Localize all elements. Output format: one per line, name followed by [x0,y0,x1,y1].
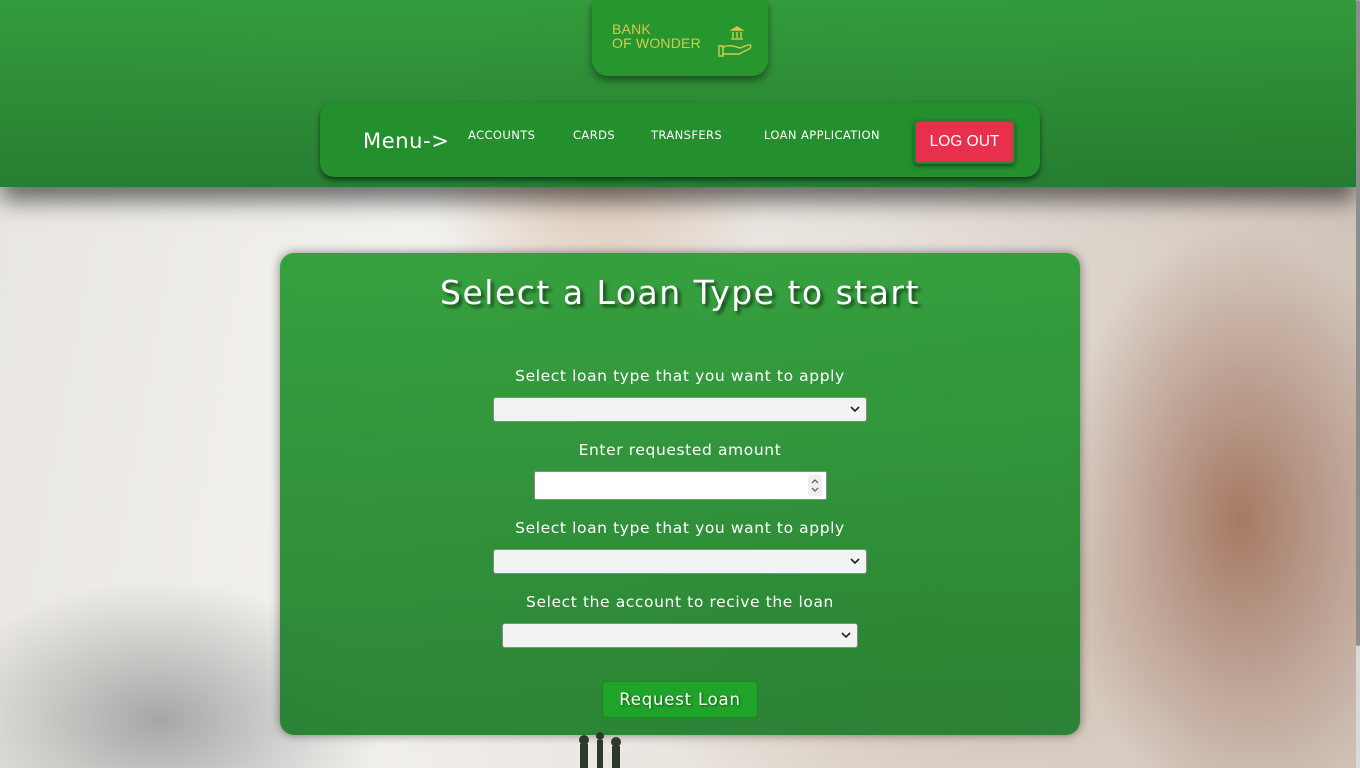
request-loan-button[interactable]: Request Loan [602,681,758,718]
amount-field[interactable] [539,475,803,497]
page: BANK OF WONDER Menu-> ACCOUNTS CARDS TRA… [0,0,1360,768]
receiving-account-label: Select the account to recive the loan [526,593,834,611]
nav-bar: Menu-> ACCOUNTS CARDS TRANSFERS LOAN APP… [320,103,1040,177]
nav-item-loan-application[interactable]: LOAN APPLICATION [764,128,880,142]
nav-item-transfers[interactable]: TRANSFERS [651,128,722,142]
loan-type-select[interactable] [493,397,867,422]
header-band: BANK OF WONDER Menu-> ACCOUNTS CARDS TRA… [0,0,1356,187]
scrollbar-thumb[interactable] [1356,0,1360,646]
amount-label: Enter requested amount [578,441,782,459]
receiving-account-select[interactable] [502,623,858,648]
loan-form-card: Select a Loan Type to start Select loan … [280,253,1080,735]
menu-label: Menu-> [363,129,450,153]
logo-line-1: BANK [612,21,651,37]
logout-button[interactable]: LOG OUT [914,120,1015,164]
chevron-down-icon [841,632,851,639]
amount-input[interactable] [534,471,827,500]
loan-type-select-2[interactable] [493,549,867,574]
page-scrollbar[interactable] [1356,0,1360,768]
logo-line-2: OF WONDER [612,35,701,51]
bank-hand-icon [718,26,752,57]
form-title: Select a Loan Type to start [440,273,920,312]
nav-item-cards[interactable]: CARDS [573,128,615,142]
bank-logo[interactable]: BANK OF WONDER [592,0,768,76]
nav-item-accounts[interactable]: ACCOUNTS [468,128,535,142]
loan-type-label-2: Select loan type that you want to apply [515,519,845,537]
logo-text: BANK OF WONDER [612,22,701,50]
number-spinner-icon[interactable] [808,475,822,496]
loan-type-label: Select loan type that you want to apply [515,367,845,385]
chevron-down-icon [850,406,860,413]
chevron-down-icon [850,558,860,565]
chess-pieces-decoration [579,732,621,768]
